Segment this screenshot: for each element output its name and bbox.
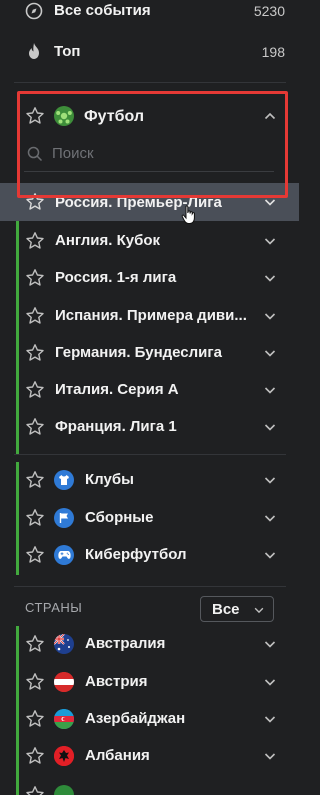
- chevron-down-icon[interactable]: [263, 511, 277, 525]
- chevron-down-icon[interactable]: [263, 548, 277, 562]
- gamepad-icon: [54, 545, 74, 565]
- star-icon[interactable]: [25, 231, 45, 251]
- chevron-down-icon[interactable]: [263, 420, 277, 434]
- chevron-down-icon[interactable]: [263, 309, 277, 323]
- star-icon[interactable]: [25, 709, 45, 729]
- category-label: Клубы: [85, 471, 134, 488]
- countries-filter-value: Все: [212, 601, 240, 618]
- country-item-azerbaijan[interactable]: Азербайджан: [0, 704, 299, 734]
- chevron-down-icon: [254, 607, 264, 614]
- chevron-down-icon[interactable]: [263, 234, 277, 248]
- category-label: Сборные: [85, 509, 154, 526]
- countries-filter-select[interactable]: Все: [200, 596, 274, 622]
- star-icon[interactable]: [25, 343, 45, 363]
- azerbaijan-flag-icon: [54, 709, 74, 729]
- category-item-clubs[interactable]: Клубы: [0, 465, 299, 495]
- divider: [14, 454, 286, 455]
- chevron-down-icon[interactable]: [263, 675, 277, 689]
- nav-top-count: 198: [261, 44, 285, 60]
- chevron-down-icon[interactable]: [263, 712, 277, 726]
- category-item-national-teams[interactable]: Сборные: [0, 503, 299, 533]
- star-icon[interactable]: [25, 672, 45, 692]
- country-label: Австралия: [85, 635, 166, 652]
- country-label: Австрия: [85, 673, 148, 690]
- chevron-down-icon[interactable]: [263, 383, 277, 397]
- nav-top-label: Топ: [54, 43, 81, 60]
- country-item-austria[interactable]: Австрия: [0, 667, 299, 697]
- category-label: Киберфутбол: [85, 546, 187, 563]
- chevron-down-icon[interactable]: [263, 637, 277, 651]
- league-item[interactable]: Италия. Серия А: [0, 375, 299, 405]
- chevron-down-icon[interactable]: [263, 473, 277, 487]
- nav-all-events-label: Все события: [54, 2, 151, 19]
- star-icon[interactable]: [25, 746, 45, 766]
- league-item[interactable]: Англия. Кубок: [0, 226, 299, 256]
- league-label: Франция. Лига 1: [55, 418, 177, 435]
- country-item-australia[interactable]: Австралия: [0, 629, 299, 659]
- flame-icon: [29, 43, 39, 59]
- star-icon[interactable]: [25, 785, 45, 795]
- country-flag-icon: [54, 785, 74, 795]
- shirt-icon: [54, 470, 74, 490]
- star-icon[interactable]: [25, 545, 45, 565]
- nav-all-events-count: 5230: [253, 3, 285, 19]
- chevron-down-icon[interactable]: [263, 271, 277, 285]
- hand-cursor-icon: [181, 205, 195, 224]
- countries-section-title: СТРАНЫ: [25, 600, 83, 615]
- category-item-cyberfootball[interactable]: Киберфутбол: [0, 540, 299, 570]
- chevron-down-icon[interactable]: [263, 749, 277, 763]
- country-label: Азербайджан: [85, 710, 186, 727]
- austria-flag-icon: [54, 672, 74, 692]
- star-icon[interactable]: [25, 306, 45, 326]
- league-item[interactable]: Германия. Бундеслига: [0, 338, 299, 368]
- star-icon[interactable]: [25, 268, 45, 288]
- league-label: Германия. Бундеслига: [55, 344, 222, 361]
- league-label: Италия. Серия А: [55, 381, 179, 398]
- star-icon[interactable]: [25, 470, 45, 490]
- league-item[interactable]: Франция. Лига 1: [0, 412, 299, 442]
- league-label: Испания. Примера диви...: [55, 307, 247, 324]
- compass-icon: [25, 2, 43, 20]
- divider: [14, 586, 286, 587]
- flag-icon: [54, 508, 74, 528]
- league-label: Россия. 1-я лига: [55, 269, 177, 286]
- country-item-partial[interactable]: [0, 780, 299, 795]
- star-icon[interactable]: [25, 380, 45, 400]
- league-item[interactable]: Испания. Примера диви...: [0, 301, 299, 331]
- country-label: Албания: [85, 747, 150, 764]
- annotation-highlight-box: [17, 91, 288, 198]
- nav-all-events[interactable]: Все события 5230: [0, 0, 299, 24]
- league-label: Англия. Кубок: [55, 232, 161, 249]
- nav-top[interactable]: Топ 198: [0, 38, 299, 64]
- star-icon[interactable]: [25, 417, 45, 437]
- country-item-albania[interactable]: Албания: [0, 741, 299, 771]
- divider: [14, 82, 286, 83]
- star-icon[interactable]: [25, 508, 45, 528]
- league-item[interactable]: Россия. 1-я лига: [0, 263, 299, 293]
- star-icon[interactable]: [25, 634, 45, 654]
- chevron-down-icon[interactable]: [263, 346, 277, 360]
- albania-flag-icon: [54, 746, 74, 766]
- australia-flag-icon: [54, 634, 74, 654]
